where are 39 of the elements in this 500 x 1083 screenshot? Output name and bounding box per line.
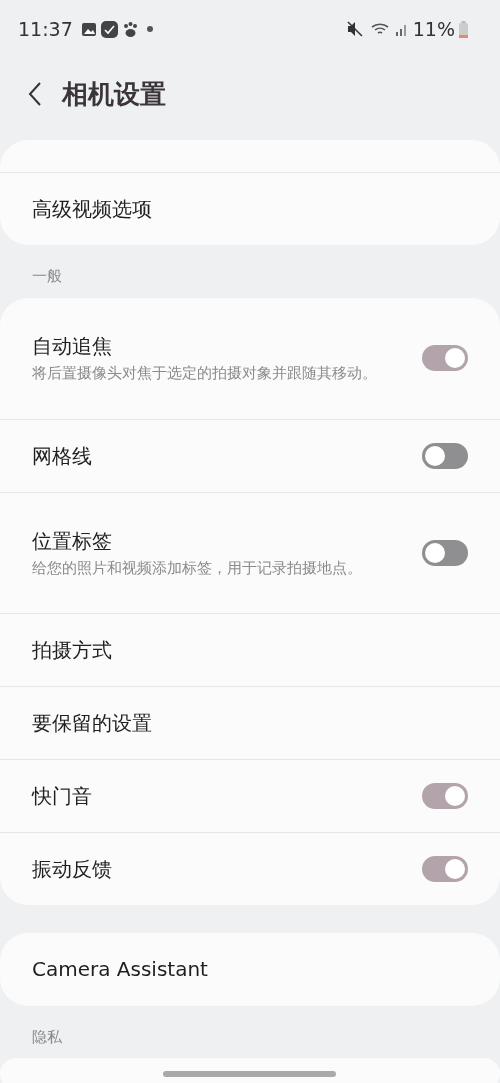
settings-row[interactable]: 要保留的设置 xyxy=(0,685,500,759)
settings-row[interactable]: 网格线 xyxy=(0,418,500,492)
setting-label: 高级视频选项 xyxy=(32,196,153,223)
paw-icon xyxy=(121,20,139,38)
setting-description: 将后置摄像头对焦于选定的拍摄对象并跟随其移动。 xyxy=(32,363,378,384)
toggle-switch[interactable] xyxy=(422,855,468,882)
check-app-icon xyxy=(100,20,118,38)
setting-label: 网格线 xyxy=(32,442,93,470)
setting-label: 位置标签 xyxy=(32,527,113,555)
settings-row[interactable]: 振动反馈 xyxy=(0,831,500,905)
setting-label: 拍摄方式 xyxy=(32,636,113,664)
status-time: 11:37 xyxy=(18,16,73,42)
settings-row[interactable]: 拍摄方式 xyxy=(0,612,500,686)
back-icon[interactable] xyxy=(28,82,42,106)
settings-row[interactable]: 快门音 xyxy=(0,758,500,832)
toggle-switch[interactable] xyxy=(422,442,468,469)
wifi-icon xyxy=(370,21,391,37)
battery-level: 11% xyxy=(412,16,455,42)
battery-icon xyxy=(459,20,468,38)
setting-label: 快门音 xyxy=(32,782,93,810)
settings-row[interactable]: 高级视频选项 xyxy=(0,172,500,245)
section-heading: 隐私 xyxy=(31,1026,63,1048)
toggle-switch[interactable] xyxy=(422,345,468,371)
page-title: 相机设置 xyxy=(62,77,166,111)
setting-label: 要保留的设置 xyxy=(32,709,153,737)
section-heading: 一般 xyxy=(31,266,63,287)
settings-row[interactable]: Camera Assistant xyxy=(0,932,500,1006)
settings-row[interactable]: 位置标签 给您的照片和视频添加标签，用于记录拍摄地点。 xyxy=(0,491,500,613)
setting-description: 给您的照片和视频添加标签，用于记录拍摄地点。 xyxy=(32,557,363,579)
toggle-switch[interactable] xyxy=(422,539,468,566)
signal-icon xyxy=(394,22,409,36)
setting-label: Camera Assistant xyxy=(32,956,209,983)
mute-icon xyxy=(346,21,363,37)
toggle-switch[interactable] xyxy=(422,782,468,809)
gallery-icon xyxy=(80,21,97,37)
setting-label: 自动追焦 xyxy=(32,333,113,360)
settings-row[interactable]: 自动追焦 将后置摄像头对焦于选定的拍摄对象并跟随其移动。 xyxy=(0,297,500,419)
setting-label: 振动反馈 xyxy=(32,855,113,883)
dot-icon xyxy=(146,26,153,32)
